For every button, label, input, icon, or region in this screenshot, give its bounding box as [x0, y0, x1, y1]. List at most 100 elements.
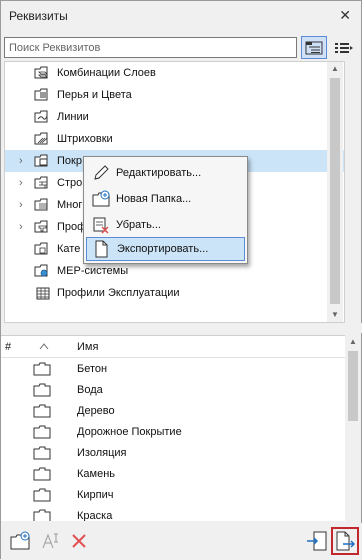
menu-item-label: Экспортировать...: [117, 243, 209, 255]
export-icon: [336, 531, 356, 551]
folder-icon: [33, 383, 51, 396]
tree-item[interactable]: Штриховки: [5, 128, 344, 150]
tree-item-label: Комбинации Слоев: [57, 67, 156, 79]
building-materials-icon: [34, 176, 48, 189]
expand-arrow-icon[interactable]: ›: [19, 199, 31, 211]
profiles-icon: [34, 220, 48, 233]
list-row-label: Дорожное Покрытие: [77, 425, 182, 438]
export-icon: [95, 240, 108, 258]
expand-arrow-icon[interactable]: ›: [19, 177, 31, 189]
composites-icon: [34, 198, 48, 211]
folder-icon: [33, 446, 51, 459]
palette-title: Реквизиты: [9, 9, 68, 23]
list-row-label: Дерево: [77, 404, 115, 417]
column-header-number[interactable]: #: [5, 341, 11, 353]
panel-splitter[interactable]: [1, 323, 362, 333]
menu-item-label: Новая Папка...: [116, 193, 192, 205]
remove-icon: [93, 217, 109, 234]
tree-item-label: Штриховки: [57, 133, 113, 145]
export-button[interactable]: [331, 527, 359, 555]
new-folder-button[interactable]: [6, 527, 34, 555]
list-row[interactable]: Камень: [1, 463, 347, 484]
attributes-palette: Реквизиты ✕ Комбинации Слоев: [0, 0, 362, 560]
scroll-thumb[interactable]: [330, 78, 340, 304]
tree-scrollbar[interactable]: ▲ ▼: [327, 62, 343, 322]
list-row-label: Кирпич: [77, 488, 114, 501]
tree-item-label: Мног: [57, 199, 83, 211]
list-row[interactable]: Кирпич: [1, 484, 347, 505]
scroll-up-icon[interactable]: ▲: [345, 335, 361, 349]
tree-item-label: Проф: [57, 221, 87, 233]
folder-icon: [33, 467, 51, 480]
expand-arrow-icon[interactable]: ›: [19, 155, 31, 167]
delete-button[interactable]: [65, 527, 93, 555]
categories-icon: [34, 242, 48, 255]
list-view-button[interactable]: [331, 36, 357, 59]
column-header-name[interactable]: Имя: [77, 341, 98, 353]
attributes-list: # Имя Бетон Вода Дерево Дорожное Покрыти…: [1, 335, 347, 521]
tree-item[interactable]: Линии: [5, 106, 344, 128]
list-row[interactable]: Дорожное Покрытие: [1, 421, 347, 442]
layer-combinations-icon: [34, 66, 48, 79]
list-row[interactable]: Краска: [1, 505, 347, 521]
list-row[interactable]: Бетон: [1, 358, 347, 379]
tree-item-label: Перья и Цвета: [57, 89, 132, 101]
menu-item-edit[interactable]: Редактировать...: [86, 161, 245, 185]
close-icon[interactable]: ✕: [339, 7, 351, 24]
list-row[interactable]: Изоляция: [1, 442, 347, 463]
rename-icon: [42, 533, 58, 549]
list-view-icon: [335, 42, 353, 53]
new-folder-icon: [92, 190, 110, 207]
folder-tree-view-button[interactable]: [301, 36, 327, 59]
tree-item[interactable]: Комбинации Слоев: [5, 62, 344, 84]
menu-item-remove[interactable]: Убрать...: [86, 213, 245, 237]
rename-button[interactable]: [37, 527, 65, 555]
folder-icon: [33, 488, 51, 501]
tree-item-label: Стро: [57, 177, 83, 189]
mep-systems-icon: [34, 264, 48, 277]
pens-colors-icon: [34, 88, 48, 101]
lines-icon: [34, 110, 48, 123]
surfaces-icon: [34, 154, 48, 167]
menu-item-new-folder[interactable]: Новая Папка...: [86, 187, 245, 211]
tree-item-label: Профили Эксплуатации: [57, 287, 180, 299]
tree-item[interactable]: Перья и Цвета: [5, 84, 344, 106]
tree-item-label: Покр: [57, 155, 82, 167]
folder-tree-view-icon: [305, 41, 323, 54]
list-row[interactable]: Вода: [1, 379, 347, 400]
list-row-label: Изоляция: [77, 446, 127, 459]
tree-item-label: MEP-системы: [57, 265, 129, 277]
list-scrollbar[interactable]: ▲: [345, 335, 361, 521]
list-row-label: Бетон: [77, 362, 108, 375]
scroll-thumb[interactable]: [348, 351, 358, 421]
tree-item-label: Линии: [57, 111, 89, 123]
context-menu: Редактировать... Новая Папка... Убрать..…: [83, 156, 248, 264]
folder-icon: [33, 509, 51, 521]
menu-item-label: Редактировать...: [116, 167, 202, 179]
folder-icon: [33, 404, 51, 417]
scroll-down-icon[interactable]: ▼: [327, 308, 343, 322]
list-row-label: Краска: [77, 509, 113, 522]
delete-icon: [72, 534, 86, 548]
folder-icon: [33, 425, 51, 438]
tree-item[interactable]: Профили Эксплуатации: [5, 282, 344, 304]
new-folder-icon: [10, 531, 30, 550]
pencil-icon: [94, 165, 109, 180]
list-header: # Имя: [1, 336, 347, 358]
import-button[interactable]: [303, 527, 331, 555]
fills-icon: [34, 132, 48, 145]
sort-arrow-icon[interactable]: [39, 341, 49, 353]
import-icon: [307, 531, 327, 551]
tree-item-label: Кате: [57, 243, 81, 255]
list-row-label: Вода: [77, 383, 103, 396]
list-row-label: Камень: [77, 467, 116, 480]
menu-item-label: Убрать...: [116, 219, 161, 231]
folder-icon: [33, 362, 51, 375]
menu-item-export[interactable]: Экспортировать...: [86, 237, 245, 261]
bottom-toolbar: [1, 523, 362, 560]
expand-arrow-icon[interactable]: ›: [19, 221, 31, 233]
scroll-up-icon[interactable]: ▲: [327, 62, 343, 76]
search-input[interactable]: [4, 37, 297, 58]
operation-profiles-icon: [36, 287, 50, 300]
list-row[interactable]: Дерево: [1, 400, 347, 421]
